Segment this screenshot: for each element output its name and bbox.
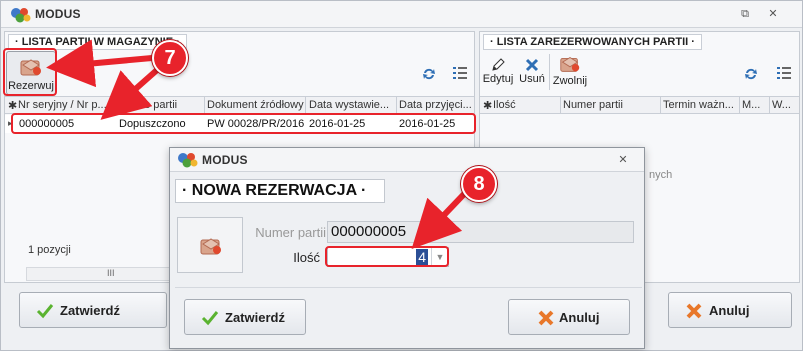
dialog-divider xyxy=(175,287,642,288)
refresh-icon[interactable] xyxy=(421,67,437,81)
edit-button[interactable]: Edytuj xyxy=(481,57,515,91)
empty-grid-text: nych xyxy=(649,169,673,181)
quantity-label: Ilość xyxy=(293,250,320,265)
column-header[interactable]: Dokument źródłowy xyxy=(207,99,305,111)
dialog-header: · NOWA REZERWACJA · xyxy=(175,179,385,203)
pencil-icon xyxy=(492,58,505,71)
reserve-button-highlight xyxy=(3,48,57,96)
step-badge-8: 8 xyxy=(461,166,497,202)
column-header[interactable]: Termin ważn... xyxy=(663,99,738,111)
window-title: MODUS xyxy=(35,7,81,21)
quantity-highlight xyxy=(325,246,449,267)
row-count: 1 pozycji xyxy=(28,244,71,256)
row-highlight xyxy=(11,113,476,134)
cancel-button[interactable]: Anuluj xyxy=(668,292,792,328)
column-chooser-icon[interactable] xyxy=(777,66,791,80)
modus-logo-icon xyxy=(9,6,33,24)
column-header[interactable]: Ilość xyxy=(493,99,559,111)
cancel-x-icon xyxy=(538,310,554,326)
modus-logo-icon xyxy=(176,151,200,169)
column-header[interactable]: Data przyjęci... xyxy=(399,99,473,111)
cancel-x-icon xyxy=(686,303,702,319)
close-icon[interactable]: ✕ xyxy=(614,152,632,168)
close-icon[interactable]: ✕ xyxy=(764,6,782,22)
column-header[interactable]: Nr seryjny / Nr p... xyxy=(18,99,114,111)
row-indicator-icon: ✱ xyxy=(483,100,493,112)
check-icon xyxy=(201,311,219,326)
batches-grid-header: ✱ Nr seryjny / Nr p... Status partii Dok… xyxy=(5,96,474,114)
column-header[interactable]: M... xyxy=(742,99,767,111)
row-indicator-icon: ✱ xyxy=(8,100,18,112)
column-chooser-icon[interactable] xyxy=(453,66,467,80)
column-header[interactable]: Status partii xyxy=(119,99,204,111)
delete-button[interactable]: Usuń xyxy=(516,57,548,91)
check-icon xyxy=(36,304,54,319)
delete-x-icon xyxy=(525,58,539,72)
reservation-icon-box xyxy=(177,217,243,273)
scroll-grip: III xyxy=(107,268,115,278)
dialog-title-bar: MODUS ✕ xyxy=(170,148,644,172)
dialog-confirm-button[interactable]: Zatwierdź xyxy=(184,299,306,335)
reserved-grid-header: ✱ Ilość Numer partii Termin ważn... M...… xyxy=(480,96,799,114)
reserved-panel-header: · LISTA ZAREZERWOWANYCH PARTII · xyxy=(483,34,702,50)
title-bar: MODUS ⧉ ✕ xyxy=(1,1,802,28)
horizontal-scrollbar[interactable]: III xyxy=(26,267,176,281)
dialog-title: MODUS xyxy=(202,153,248,167)
release-button[interactable]: Zwolnij xyxy=(550,53,590,93)
restore-icon[interactable]: ⧉ xyxy=(736,6,754,22)
column-header[interactable]: Numer partii xyxy=(563,99,659,111)
step-badge-7: 7 xyxy=(152,40,188,76)
refresh-icon[interactable] xyxy=(743,67,759,81)
dialog-cancel-button[interactable]: Anuluj xyxy=(508,299,630,335)
reserve-icon xyxy=(200,238,221,255)
batch-number-field: 000000005 xyxy=(327,221,634,243)
confirm-button[interactable]: Zatwierdź xyxy=(19,292,167,328)
batch-number-label: Numer partii xyxy=(255,225,326,240)
release-icon xyxy=(560,56,580,72)
column-header[interactable]: Data wystawie... xyxy=(309,99,395,111)
column-header[interactable]: W... xyxy=(772,99,798,111)
